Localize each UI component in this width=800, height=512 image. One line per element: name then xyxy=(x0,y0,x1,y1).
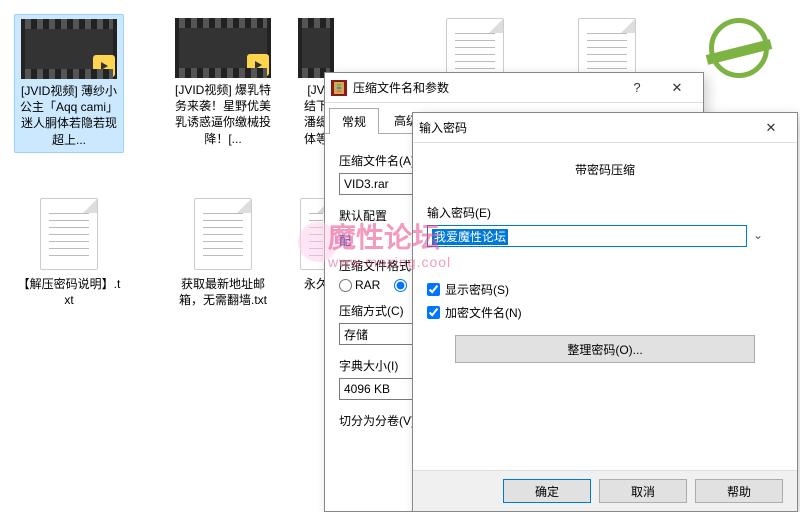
cancel-button[interactable]: 取消 xyxy=(599,479,687,503)
watermark-logo xyxy=(298,222,338,262)
text-file-icon xyxy=(40,198,98,270)
play-icon xyxy=(93,55,115,77)
ie-icon xyxy=(709,18,769,78)
file-label: 【解压密码说明】.txt xyxy=(14,274,124,312)
titlebar[interactable]: 输入密码 ✕ xyxy=(413,113,797,143)
button-bar: 确定 取消 帮助 xyxy=(413,470,797,511)
encrypt-names-checkbox[interactable]: 加密文件名(N) xyxy=(427,304,783,321)
format-other-option[interactable] xyxy=(394,279,407,292)
ok-button[interactable]: 确定 xyxy=(503,479,591,503)
help-button[interactable]: 帮助 xyxy=(695,479,783,503)
file-label: [JVID视频] 薄纱小公主「Aqq cami」迷人胴体若隐若现超上... xyxy=(15,81,123,152)
close-button[interactable]: ✕ xyxy=(657,76,697,100)
video-thumbnail xyxy=(175,18,271,78)
password-label: 输入密码(E) xyxy=(427,204,783,221)
file-txt-1[interactable]: 【解压密码说明】.txt xyxy=(14,194,124,312)
dialog-title: 压缩文件名和参数 xyxy=(353,79,617,96)
file-video-1[interactable]: [JVID视频] 薄纱小公主「Aqq cami」迷人胴体若隐若现超上... xyxy=(14,14,124,153)
titlebar[interactable]: 压缩文件名和参数 ? ✕ xyxy=(325,73,703,103)
password-input[interactable]: 我爱魔性论坛 xyxy=(427,225,747,247)
play-icon xyxy=(247,54,269,76)
video-thumbnail xyxy=(298,18,334,78)
file-txt-2[interactable]: 获取最新地址邮箱，无需翻墙.txt xyxy=(168,194,278,312)
file-label: [JVID视频] 爆乳特务来袭！星野优美乳诱惑逼你缴械投降！[... xyxy=(168,80,278,151)
dialog-title: 输入密码 xyxy=(419,119,751,136)
form-body: 带密码压缩 输入密码(E) 我爱魔性论坛 ⌄ 显示密码(S) 加密文件名(N) … xyxy=(413,143,797,387)
password-dialog: 输入密码 ✕ 带密码压缩 输入密码(E) 我爱魔性论坛 ⌄ 显示密码(S) 加密… xyxy=(412,112,798,512)
app-icon xyxy=(331,80,347,96)
tab-general[interactable]: 常规 xyxy=(329,108,379,134)
file-label: 获取最新地址邮箱，无需翻墙.txt xyxy=(168,274,278,312)
file-video-2[interactable]: [JVID视频] 爆乳特务来袭！星野优美乳诱惑逼你缴械投降！[... xyxy=(168,14,278,151)
close-button[interactable]: ✕ xyxy=(751,116,791,140)
text-file-icon xyxy=(194,198,252,270)
format-rar-option[interactable]: RAR xyxy=(339,278,380,292)
help-button[interactable]: ? xyxy=(617,76,657,100)
chevron-down-icon[interactable]: ⌄ xyxy=(753,228,769,244)
organize-passwords-button[interactable]: 整理密码(O)... xyxy=(455,335,755,363)
group-title: 带密码压缩 xyxy=(427,153,783,186)
video-thumbnail xyxy=(21,19,117,79)
show-password-checkbox[interactable]: 显示密码(S) xyxy=(427,281,783,298)
